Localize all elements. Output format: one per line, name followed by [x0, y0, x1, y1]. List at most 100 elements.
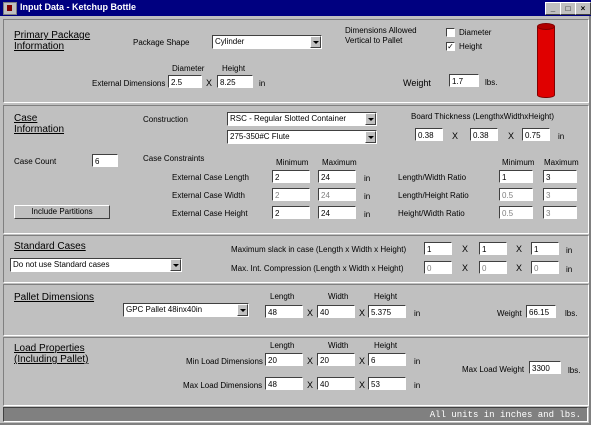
package-shape-value: Cylinder [215, 37, 245, 46]
standard-cases-select[interactable]: Do not use Standard cases [10, 258, 182, 272]
chevron-down-icon[interactable] [365, 113, 376, 125]
diameter-column-header: Diameter [172, 64, 205, 73]
max-load-height-input[interactable]: 53 [368, 377, 406, 390]
case-width-max-input[interactable]: 24 [318, 188, 356, 201]
chevron-down-icon[interactable] [365, 131, 376, 143]
width-column-header: Width [328, 341, 349, 350]
ratio-maximum-header: Maximum [544, 158, 579, 167]
width-column-header: Width [328, 292, 349, 301]
min-load-length-input[interactable]: 20 [265, 353, 303, 366]
package-shape-select[interactable]: Cylinder [212, 35, 322, 49]
board-length-input[interactable]: 0.38 [415, 128, 443, 141]
construction-select[interactable]: RSC - Regular Slotted Container [227, 112, 377, 126]
min-load-width-input[interactable]: 20 [317, 353, 355, 366]
unit-label: in [364, 210, 371, 219]
dims-allowed-label-2: Vertical to Pallet [345, 36, 403, 45]
pallet-height-input[interactable]: 5.375 [368, 305, 406, 318]
times-sign: X [452, 131, 459, 141]
case-length-label: External Case Length [172, 173, 249, 182]
case-count-input[interactable]: 6 [92, 154, 118, 167]
chevron-down-icon[interactable] [237, 304, 248, 316]
primary-package-title-2: Information [14, 41, 65, 52]
board-width-input[interactable]: 0.38 [470, 128, 498, 141]
board-height-input[interactable]: 0.75 [522, 128, 550, 141]
case-count-label: Case Count [14, 157, 57, 166]
height-column-header: Height [374, 292, 398, 301]
times-sign: X [307, 380, 314, 390]
pallet-select[interactable]: GPC Pallet 48inx40in [123, 303, 249, 317]
chevron-down-icon[interactable] [170, 259, 181, 271]
app-icon[interactable] [3, 2, 17, 15]
minimize-button[interactable]: _ [545, 2, 561, 15]
pallet-length-input[interactable]: 48 [265, 305, 303, 318]
case-width-min-input[interactable]: 2 [272, 188, 310, 201]
case-height-max-input[interactable]: 24 [318, 206, 356, 219]
max-load-dimensions-label: Max Load Dimensions [183, 381, 263, 390]
length-column-header: Length [270, 292, 295, 301]
diameter-checkbox[interactable] [446, 28, 455, 37]
hw-ratio-max-input[interactable]: 3 [543, 206, 577, 219]
max-compression-label: Max. Int. Compression (Length x Width x … [231, 264, 404, 273]
case-constraints-label: Case Constraints [143, 154, 205, 163]
max-load-width-input[interactable]: 40 [317, 377, 355, 390]
lw-ratio-min-input[interactable]: 1 [499, 170, 533, 183]
max-load-weight-label: Max Load Weight [462, 365, 525, 374]
title-bar[interactable]: Input Data - Ketchup Bottle _ □ × [0, 0, 591, 16]
height-width-ratio-label: Height/Width Ratio [398, 209, 465, 218]
package-shape-label: Package Shape [133, 38, 190, 47]
length-height-ratio-label: Length/Height Ratio [398, 191, 469, 200]
pallet-weight-input[interactable]: 66.15 [526, 305, 556, 318]
diameter-checkbox-label: Diameter [459, 28, 492, 37]
weight-label: Weight [403, 78, 431, 88]
case-length-max-input[interactable]: 24 [318, 170, 356, 183]
times-sign: X [516, 244, 523, 254]
compression-height-input[interactable]: 0 [531, 261, 559, 274]
max-load-weight-input[interactable]: 3300 [529, 361, 561, 374]
slack-width-input[interactable]: 1 [479, 242, 507, 255]
length-width-ratio-label: Length/Width Ratio [398, 173, 467, 182]
case-information-title-2: Information [14, 124, 65, 135]
flute-select[interactable]: 275-350#C Flute [227, 130, 377, 144]
lh-ratio-max-input[interactable]: 3 [543, 188, 577, 201]
height-checkbox[interactable]: ✓ [446, 42, 455, 51]
include-partitions-button[interactable]: Include Partitions [14, 205, 110, 219]
lw-ratio-max-input[interactable]: 3 [543, 170, 577, 183]
times-sign: X [516, 263, 523, 273]
compression-width-input[interactable]: 0 [479, 261, 507, 274]
height-input[interactable]: 8.25 [217, 75, 253, 88]
max-load-length-input[interactable]: 48 [265, 377, 303, 390]
standard-cases-title: Standard Cases [14, 241, 86, 252]
pallet-width-input[interactable]: 40 [317, 305, 355, 318]
height-column-header: Height [374, 341, 398, 350]
maximum-column-header: Maximum [322, 158, 357, 167]
hw-ratio-min-input[interactable]: 0.5 [499, 206, 533, 219]
case-height-label: External Case Height [172, 209, 248, 218]
unit-label: in [558, 132, 565, 141]
status-text: All units in inches and lbs. [429, 410, 581, 420]
weight-unit: lbs. [485, 78, 498, 87]
times-sign: X [359, 308, 366, 318]
lh-ratio-min-input[interactable]: 0.5 [499, 188, 533, 201]
pallet-value: GPC Pallet 48inx40in [126, 305, 203, 314]
times-sign: X [359, 356, 366, 366]
times-sign: X [462, 263, 469, 273]
construction-value: RSC - Regular Slotted Container [230, 114, 347, 123]
external-dimensions-label: External Dimensions [92, 79, 166, 88]
close-button[interactable]: × [575, 2, 591, 15]
weight-input[interactable]: 1.7 [449, 74, 479, 87]
chevron-down-icon[interactable] [310, 36, 321, 48]
case-information-title: Case [14, 113, 38, 124]
unit-label: in [566, 246, 573, 255]
maximize-button[interactable]: □ [560, 2, 576, 15]
compression-length-input[interactable]: 0 [424, 261, 452, 274]
min-load-height-input[interactable]: 6 [368, 353, 406, 366]
construction-label: Construction [143, 115, 188, 124]
slack-length-input[interactable]: 1 [424, 242, 452, 255]
case-length-min-input[interactable]: 2 [272, 170, 310, 183]
standard-cases-value: Do not use Standard cases [13, 260, 110, 269]
case-height-min-input[interactable]: 2 [272, 206, 310, 219]
pallet-weight-unit: lbs. [565, 309, 578, 318]
times-sign: X [462, 244, 469, 254]
diameter-input[interactable]: 2.5 [168, 75, 202, 88]
slack-height-input[interactable]: 1 [531, 242, 559, 255]
